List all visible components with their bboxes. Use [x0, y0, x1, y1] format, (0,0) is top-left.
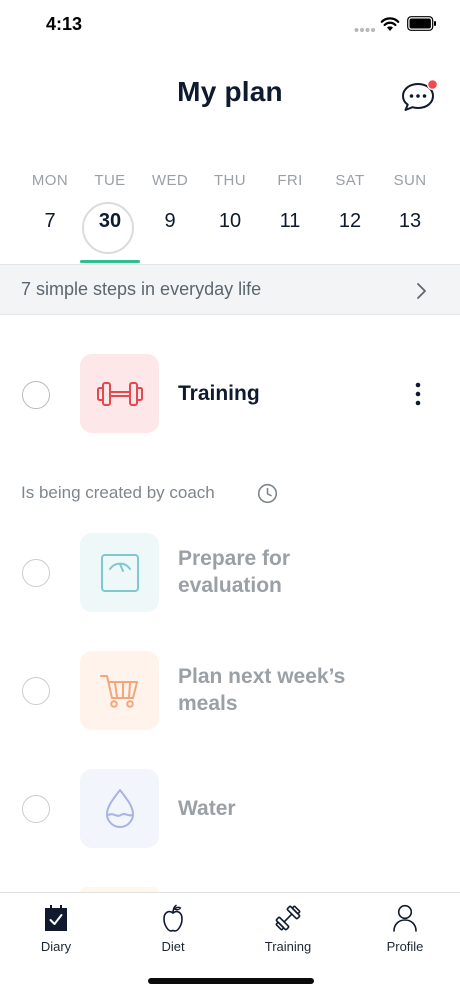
task-icon-tile [80, 769, 159, 848]
day-name: WED [151, 172, 189, 189]
more-vertical-icon [415, 382, 421, 406]
task-title-line1: Prepare for [178, 547, 291, 570]
chat-bubble-icon [402, 79, 438, 111]
coach-section-label: Is being created by coach [21, 483, 215, 502]
day-fri[interactable]: FRI 11 [260, 172, 320, 231]
dumbbell-icon [96, 381, 143, 406]
task-title-line2: evaluation [178, 574, 282, 597]
nav-diet[interactable]: Diet [125, 903, 221, 954]
nav-profile[interactable]: Profile [357, 903, 453, 954]
task-title: Training [178, 382, 260, 405]
simple-steps-banner[interactable]: 7 simple steps in everyday life [0, 264, 460, 315]
task-icon-tile [80, 651, 159, 730]
day-number: 12 [338, 210, 362, 232]
task-evaluation[interactable]: Prepare for evaluation [0, 533, 460, 613]
day-name: TUE [94, 172, 126, 189]
task-checkbox[interactable] [22, 381, 50, 409]
dumbbell-icon [275, 905, 301, 931]
task-checkbox[interactable] [22, 677, 50, 705]
task-title: Prepare for evaluation [178, 545, 290, 599]
day-tue-selected[interactable]: TUE 30 [80, 172, 140, 263]
steps-banner-text: 7 simple steps in everyday life [21, 279, 262, 299]
task-title: Water [178, 797, 236, 820]
day-name: SUN [393, 172, 427, 189]
task-checkbox[interactable] [22, 559, 50, 587]
day-mon[interactable]: MON 7 [20, 172, 80, 231]
day-thu[interactable]: THU 10 [200, 172, 260, 231]
day-number: 10 [218, 210, 242, 232]
person-icon [393, 904, 417, 932]
diary-icon [45, 905, 67, 931]
task-water[interactable]: Water [0, 769, 460, 849]
apple-icon [163, 904, 183, 932]
page-title: My plan [177, 76, 283, 107]
task-checkbox[interactable] [22, 795, 50, 823]
day-wed[interactable]: WED 9 [140, 172, 200, 231]
scale-icon [100, 553, 139, 592]
task-icon-tile [80, 533, 159, 612]
task-title: Plan next week’s meals [178, 663, 345, 717]
day-number: 11 [279, 210, 301, 232]
day-number: 9 [164, 210, 176, 232]
nav-label: Diary [40, 939, 72, 954]
day-name: SAT [335, 172, 365, 189]
clock-icon [257, 483, 278, 504]
day-name: THU [213, 172, 247, 189]
wifi-icon [380, 17, 400, 31]
status-bar: 4:13 [0, 0, 460, 48]
nav-label: Training [264, 939, 312, 954]
selected-day-indicator [80, 260, 140, 263]
task-meals[interactable]: Plan next week’s meals [0, 651, 460, 731]
task-more-button[interactable] [408, 378, 428, 410]
home-indicator [148, 978, 314, 984]
day-number: 13 [398, 210, 422, 232]
day-name: FRI [277, 172, 303, 189]
day-number: 30 [98, 210, 122, 232]
nav-diary[interactable]: Diary [8, 903, 104, 954]
cellular-signal-icon [354, 28, 375, 32]
task-title-line1: Plan next week’s [178, 665, 346, 688]
task-training[interactable]: Training [0, 354, 460, 434]
task-icon-tile [80, 354, 159, 433]
day-sun[interactable]: SUN 13 [380, 172, 440, 231]
chevron-right-icon [417, 283, 426, 299]
day-number: 7 [44, 210, 56, 232]
notification-dot [428, 80, 437, 89]
cart-icon [99, 674, 138, 708]
chat-button[interactable] [400, 78, 440, 114]
nav-training[interactable]: Training [240, 903, 336, 954]
battery-icon [407, 16, 436, 31]
nav-label: Profile [386, 939, 424, 954]
nav-label: Diet [161, 939, 185, 954]
water-drop-icon [105, 788, 134, 828]
task-title-line2: meals [178, 692, 238, 715]
day-name: MON [31, 172, 69, 189]
day-sat[interactable]: SAT 12 [320, 172, 380, 231]
week-strip: MON 7 TUE 30 WED 9 THU 10 FRI 11 SAT 12 … [20, 172, 440, 264]
status-time: 4:13 [46, 14, 83, 34]
